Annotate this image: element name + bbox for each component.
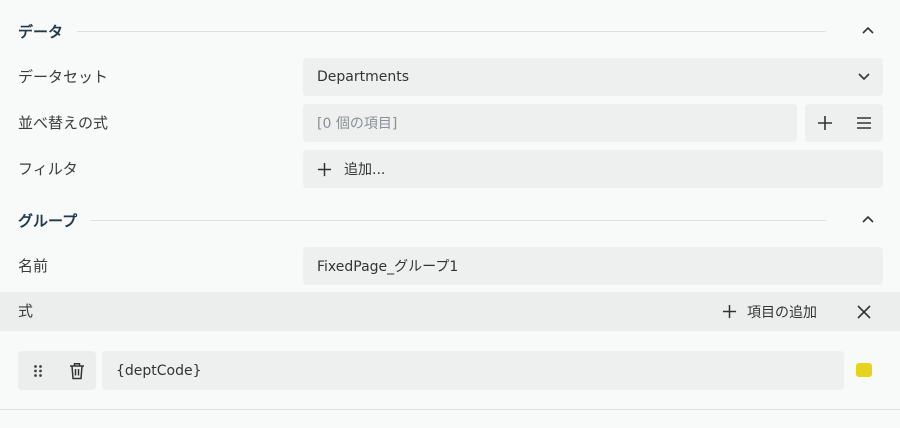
- filter-label: フィルタ: [18, 160, 78, 178]
- collapse-group-button[interactable]: [848, 204, 888, 236]
- menu-icon: [856, 117, 871, 129]
- section-divider: [77, 30, 826, 32]
- plus-icon: [817, 116, 832, 130]
- close-button[interactable]: [852, 300, 876, 324]
- plus-icon: [722, 304, 737, 319]
- name-input[interactable]: FixedPage_グループ1: [303, 247, 883, 285]
- name-value: FixedPage_グループ1: [317, 259, 459, 275]
- section-header-group: グループ: [0, 200, 900, 240]
- sort-placeholder: [0 個の項目]: [317, 116, 398, 132]
- dataset-select[interactable]: Departments: [303, 58, 883, 96]
- sort-menu-button[interactable]: [856, 116, 872, 130]
- expression-header: 式 項目の追加: [0, 292, 900, 331]
- sort-label: 並べ替えの式: [18, 114, 109, 132]
- color-swatch[interactable]: [856, 363, 872, 377]
- expression-label: 式: [18, 302, 34, 320]
- sort-expression-field[interactable]: [0 個の項目]: [303, 104, 797, 142]
- section-divider: [91, 219, 826, 221]
- delete-item-button[interactable]: [57, 351, 96, 390]
- add-filter-label: 追加...: [344, 162, 386, 178]
- chevron-down-icon: [858, 73, 870, 81]
- expression-item-input[interactable]: {deptCode}: [102, 351, 844, 390]
- add-filter-button[interactable]: 追加...: [303, 150, 883, 188]
- drag-handle[interactable]: [18, 351, 57, 390]
- bottom-divider: [0, 409, 900, 410]
- close-icon: [857, 305, 871, 319]
- dataset-value: Departments: [317, 69, 410, 85]
- trash-icon: [69, 362, 84, 379]
- drag-handle-icon: [33, 364, 42, 377]
- section-title-data: データ: [18, 22, 64, 41]
- sort-actions: [805, 104, 883, 142]
- plus-icon: [317, 162, 332, 176]
- section-title-group: グループ: [18, 211, 78, 230]
- section-header-data: データ: [0, 11, 900, 51]
- add-item-label: 項目の追加: [747, 304, 817, 321]
- add-sort-button[interactable]: [817, 115, 833, 131]
- expression-item-value: {deptCode}: [116, 362, 202, 379]
- expression-item-controls: [18, 351, 96, 390]
- dataset-label: データセット: [18, 68, 109, 86]
- chevron-up-icon: [862, 215, 874, 223]
- chevron-up-icon: [862, 26, 874, 34]
- add-item-button[interactable]: 項目の追加: [722, 292, 817, 331]
- collapse-data-button[interactable]: [848, 15, 888, 47]
- name-label: 名前: [18, 257, 49, 275]
